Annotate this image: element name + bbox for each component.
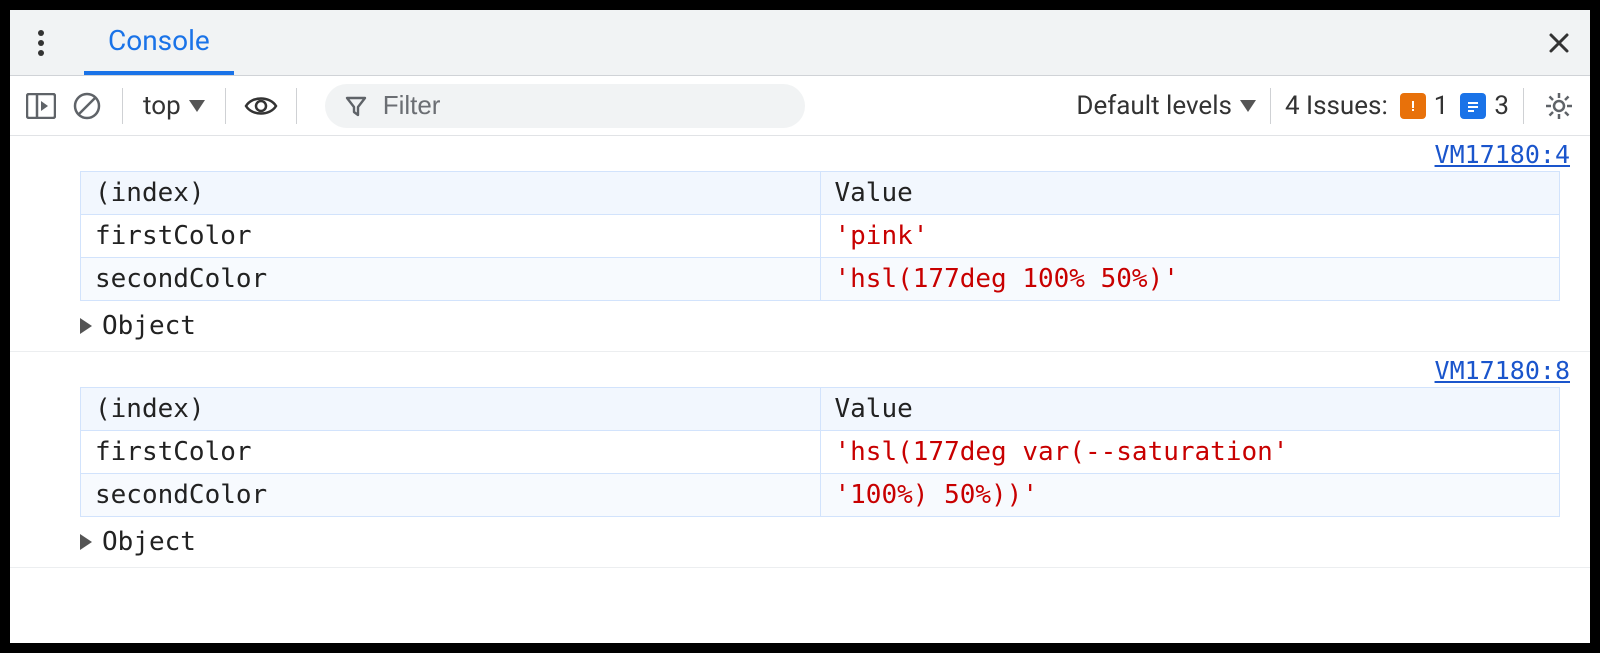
log-levels-dropdown[interactable]: Default levels xyxy=(1076,91,1256,121)
table-header-value[interactable]: Value xyxy=(820,172,1560,215)
console-settings-button[interactable] xyxy=(1538,85,1580,127)
table-row[interactable]: secondColor 'hsl(177deg 100% 50%)' xyxy=(81,258,1560,301)
log-levels-label: Default levels xyxy=(1076,91,1232,121)
object-expand-toggle[interactable]: Object xyxy=(10,307,1590,351)
close-icon xyxy=(1547,31,1571,55)
table-cell-key: secondColor xyxy=(81,474,821,517)
object-label: Object xyxy=(102,527,196,557)
tabstrip: Console xyxy=(10,10,1590,76)
console-toolbar: top Default levels 4 Issues: xyxy=(10,76,1590,136)
issues-info-count: 3 xyxy=(1494,91,1509,121)
table-cell-value: 'hsl(177deg var(--saturation' xyxy=(820,431,1560,474)
source-link-row: VM17180:8 xyxy=(10,352,1590,387)
console-table: (index) Value firstColor 'hsl(177deg var… xyxy=(80,387,1560,517)
filter-input[interactable] xyxy=(381,89,785,122)
close-devtools-button[interactable] xyxy=(1536,20,1582,66)
toolbar-separator xyxy=(1523,88,1524,124)
console-table: (index) Value firstColor 'pink' secondCo… xyxy=(80,171,1560,301)
chevron-down-icon xyxy=(1240,100,1256,112)
issues-label: 4 Issues: xyxy=(1285,91,1388,121)
table-cell-key: firstColor xyxy=(81,215,821,258)
filter-icon xyxy=(345,95,367,117)
expand-triangle-icon xyxy=(80,318,92,334)
console-log-entry: VM17180:8 (index) Value firstColor 'hsl(… xyxy=(10,352,1590,568)
table-cell-key: secondColor xyxy=(81,258,821,301)
clear-icon xyxy=(72,91,102,121)
table-header-value[interactable]: Value xyxy=(820,388,1560,431)
devtools-menu-button[interactable] xyxy=(18,20,64,66)
source-link-row: VM17180:4 xyxy=(10,136,1590,171)
table-row[interactable]: firstColor 'hsl(177deg var(--saturation' xyxy=(81,431,1560,474)
tab-console[interactable]: Console xyxy=(84,10,234,75)
clear-console-button[interactable] xyxy=(66,85,108,127)
context-select-label: top xyxy=(143,91,181,121)
table-cell-value: 'hsl(177deg 100% 50%)' xyxy=(820,258,1560,301)
filter-container xyxy=(325,84,805,128)
table-row[interactable]: firstColor 'pink' xyxy=(81,215,1560,258)
sidebar-icon xyxy=(26,93,56,119)
table-row[interactable]: secondColor '100%) 50%))' xyxy=(81,474,1560,517)
context-select[interactable]: top xyxy=(137,91,211,121)
table-header-index[interactable]: (index) xyxy=(81,388,821,431)
console-log-entry: VM17180:4 (index) Value firstColor 'pink… xyxy=(10,136,1590,352)
toolbar-separator xyxy=(296,88,297,124)
source-link[interactable]: VM17180:8 xyxy=(1435,356,1570,385)
table-cell-value: 'pink' xyxy=(820,215,1560,258)
table-header-index[interactable]: (index) xyxy=(81,172,821,215)
expand-triangle-icon xyxy=(80,534,92,550)
chevron-down-icon xyxy=(189,100,205,112)
toggle-sidebar-button[interactable] xyxy=(20,85,62,127)
toolbar-separator xyxy=(122,88,123,124)
gear-icon xyxy=(1544,91,1574,121)
source-link[interactable]: VM17180:4 xyxy=(1435,140,1570,169)
devtools-window: Console top xyxy=(0,0,1600,653)
info-badge-icon xyxy=(1460,93,1486,119)
issues-warning-count: 1 xyxy=(1434,91,1449,121)
issues-button[interactable]: 4 Issues: 1 3 xyxy=(1285,91,1509,121)
warning-badge-icon xyxy=(1400,93,1426,119)
eye-icon xyxy=(244,95,278,117)
object-label: Object xyxy=(102,311,196,341)
tab-console-label: Console xyxy=(108,24,210,57)
console-output: VM17180:4 (index) Value firstColor 'pink… xyxy=(10,136,1590,643)
object-expand-toggle[interactable]: Object xyxy=(10,523,1590,567)
toolbar-separator xyxy=(1270,88,1271,124)
kebab-icon xyxy=(37,29,45,57)
table-cell-value: '100%) 50%))' xyxy=(820,474,1560,517)
toolbar-separator xyxy=(225,88,226,124)
table-cell-key: firstColor xyxy=(81,431,821,474)
live-expression-button[interactable] xyxy=(240,85,282,127)
